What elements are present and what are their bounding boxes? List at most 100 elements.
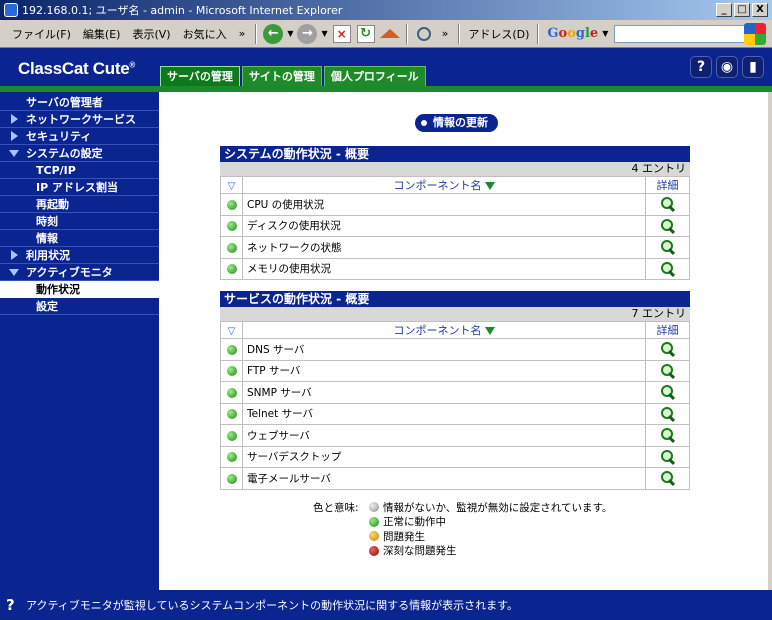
toolbar-chevron[interactable]: »	[436, 27, 455, 40]
sidebar-item-server-admin[interactable]: サーバの管理者	[0, 94, 159, 111]
table-row: メモリの使用状況	[220, 257, 690, 280]
back-button[interactable]: ←	[262, 23, 284, 45]
component-name: ネットワークの状態	[242, 236, 646, 259]
magnifier-icon[interactable]	[660, 470, 676, 486]
magnifier-icon[interactable]	[660, 449, 676, 465]
status-ok-icon	[226, 264, 237, 275]
google-logo: Google	[547, 26, 599, 41]
sidebar-item-time[interactable]: 時刻	[0, 213, 159, 230]
column-header-detail: 詳細	[645, 321, 690, 339]
status-ok-icon	[226, 452, 237, 463]
view-icon[interactable]: ◉	[716, 56, 738, 78]
legend-item: 正常に動作中	[369, 515, 612, 530]
magnifier-icon[interactable]	[660, 427, 676, 443]
back-arrow-icon: ←	[263, 23, 284, 44]
status-ok-icon	[226, 409, 237, 420]
column-header-component[interactable]: コンポーネント名	[242, 176, 646, 194]
system-status-table: システムの動作状況 - 概要 4 エントリ ▽ コンポーネント名 詳細 CPU …	[220, 146, 690, 280]
component-name: FTP サーバ	[242, 359, 646, 382]
status-none-icon	[369, 502, 379, 513]
menu-favorites[interactable]: お気に入	[177, 26, 233, 42]
table-row: ディスクの使用状況	[220, 214, 690, 237]
close-button[interactable]: X	[752, 3, 768, 17]
home-icon	[379, 29, 400, 38]
table-row: DNS サーバ	[220, 338, 690, 361]
status-text: アクティブモニタが監視しているシステムコンポーネントの動作状況に関する情報が表示…	[26, 599, 519, 612]
sidebar-item-usage[interactable]: 利用状況	[0, 247, 159, 264]
magnifier-icon[interactable]	[660, 363, 676, 379]
sidebar-item-active-monitor[interactable]: アクティブモニタ	[0, 264, 159, 281]
forward-button[interactable]: →	[296, 23, 318, 45]
sort-desc-icon	[484, 327, 495, 335]
table-row: 電子メールサーバ	[220, 467, 690, 490]
search-button[interactable]	[413, 23, 435, 45]
tab-profile[interactable]: 個人プロフィール	[323, 66, 426, 86]
filter-icon[interactable]: ▽	[220, 176, 243, 194]
magnifier-icon[interactable]	[660, 218, 676, 234]
entry-count: 4 エントリ	[220, 162, 690, 176]
magnifier-icon[interactable]	[660, 261, 676, 277]
component-name: サーバデスクトップ	[242, 445, 646, 468]
back-dropdown-icon[interactable]: ▼	[287, 29, 293, 38]
menu-view[interactable]: 表示(V)	[126, 26, 176, 42]
magnifier-icon[interactable]	[660, 239, 676, 255]
google-search-input[interactable]	[614, 24, 765, 43]
magnifier-icon[interactable]	[660, 384, 676, 400]
status-ok-icon	[226, 344, 237, 355]
sidebar-item-reboot[interactable]: 再起動	[0, 196, 159, 213]
magnifier-icon[interactable]	[660, 196, 676, 212]
status-ok-icon	[226, 387, 237, 398]
main-content: 情報の更新 システムの動作状況 - 概要 4 エントリ ▽ コンポーネント名 詳…	[159, 92, 768, 590]
entry-count: 7 エントリ	[220, 307, 690, 321]
status-ok-icon	[226, 430, 237, 441]
maximize-button[interactable]: □	[734, 3, 750, 17]
menu-file[interactable]: ファイル(F)	[6, 26, 77, 42]
magnifier-icon[interactable]	[660, 341, 676, 357]
legend-label: 色と意味:	[313, 502, 359, 514]
tab-site-admin[interactable]: サイトの管理	[241, 66, 322, 86]
status-critical-icon	[369, 545, 379, 556]
component-name: メモリの使用状況	[242, 257, 646, 280]
forward-dropdown-icon[interactable]: ▼	[321, 29, 327, 38]
sidebar-item-info[interactable]: 情報	[0, 230, 159, 247]
sidebar-item-system-settings[interactable]: システムの設定	[0, 145, 159, 162]
legend-item: 情報がないか、監視が無効に設定されています。	[369, 500, 612, 515]
google-dropdown-icon[interactable]: ▼	[602, 29, 608, 38]
refresh-info-button[interactable]: 情報の更新	[415, 114, 498, 132]
refresh-page-button[interactable]: ↻	[355, 23, 377, 45]
refresh-icon: ↻	[356, 24, 375, 43]
table-row: FTP サーバ	[220, 359, 690, 382]
logout-icon[interactable]: ▮	[742, 56, 764, 78]
sidebar-item-tcpip[interactable]: TCP/IP	[0, 162, 159, 179]
sidebar-item-network-services[interactable]: ネットワークサービス	[0, 111, 159, 128]
forward-arrow-icon: →	[297, 23, 318, 44]
window-titlebar: 192.168.0.1; ユーザ名 - admin - Microsoft In…	[0, 0, 772, 20]
column-header-detail: 詳細	[645, 176, 690, 194]
collapsed-icon	[8, 249, 20, 261]
status-ok-icon	[226, 199, 237, 210]
sort-desc-icon	[484, 182, 495, 190]
sidebar-item-settings[interactable]: 設定	[0, 298, 159, 315]
menu-chevron[interactable]: »	[233, 27, 252, 40]
tab-server-admin[interactable]: サーバの管理	[160, 66, 240, 86]
menu-edit[interactable]: 編集(E)	[77, 26, 127, 42]
home-button[interactable]	[379, 23, 401, 45]
component-name: 電子メールサーバ	[242, 467, 646, 490]
windows-logo-icon	[744, 23, 766, 45]
table-row: ネットワークの状態	[220, 236, 690, 259]
help-icon[interactable]: ?	[690, 56, 712, 78]
column-header-component[interactable]: コンポーネント名	[242, 321, 646, 339]
sidebar-item-security[interactable]: セキュリティ	[0, 128, 159, 145]
magnifier-icon[interactable]	[660, 406, 676, 422]
filter-icon[interactable]: ▽	[220, 321, 243, 339]
stop-button[interactable]: ×	[331, 23, 353, 45]
sidebar-item-ip-alloc[interactable]: IP アドレス割当	[0, 179, 159, 196]
component-name: ウェブサーバ	[242, 424, 646, 447]
minimize-button[interactable]: _	[716, 3, 732, 17]
address-label[interactable]: アドレス(D)	[464, 26, 533, 42]
sidebar-item-status[interactable]: 動作状況	[0, 281, 159, 298]
table-row: CPU の使用状況	[220, 193, 690, 216]
brand-logo[interactable]: ClassCat Cute®	[18, 59, 135, 79]
table-row: SNMP サーバ	[220, 381, 690, 404]
status-ok-icon	[226, 242, 237, 253]
